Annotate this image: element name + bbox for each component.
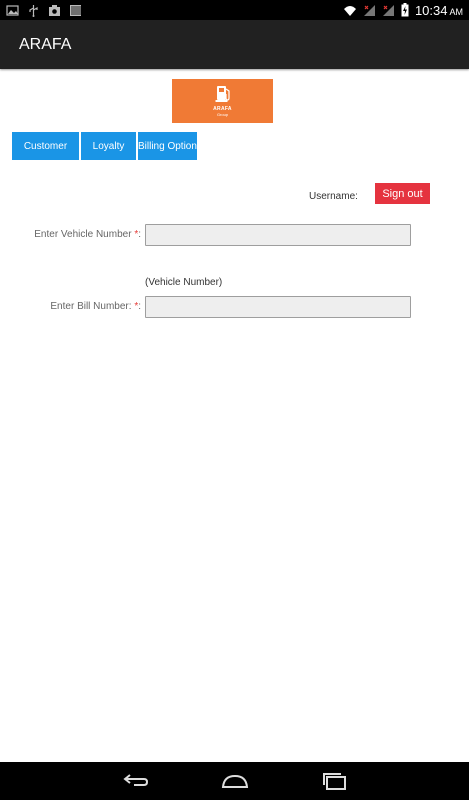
tab-billing-option[interactable]: Billing Option: [138, 132, 197, 160]
username-label: Username:: [309, 191, 358, 202]
image-icon: [6, 4, 19, 16]
clock-time: 10:34: [414, 2, 448, 18]
recent-apps-icon[interactable]: [320, 771, 350, 791]
bill-number-label: Enter Bill Number: *:: [50, 301, 141, 312]
usb-icon: [29, 4, 38, 17]
logo-sub: Group: [216, 112, 229, 117]
signal-icon: [382, 4, 394, 16]
vehicle-number-label: Enter Vehicle Number *:: [34, 229, 141, 240]
battery-charging-icon: [401, 3, 409, 17]
screenshot-icon: [49, 4, 60, 16]
clock-ampm: AM: [449, 6, 464, 17]
sign-out-button[interactable]: Sign out: [375, 183, 430, 204]
action-bar: ARAFA: [0, 20, 469, 69]
home-icon[interactable]: [220, 771, 250, 791]
label-colon: :: [138, 301, 141, 312]
clock: 10:34 AM: [415, 3, 463, 18]
label-colon: :: [138, 229, 141, 240]
vehicle-number-input[interactable]: [145, 224, 411, 246]
app-title: ARAFA: [19, 36, 72, 53]
back-icon[interactable]: [120, 771, 150, 791]
signal-icon: [363, 4, 375, 16]
status-bar: 10:34 AM: [0, 0, 469, 20]
barcode-icon: [70, 4, 81, 16]
bill-number-label-text: Enter Bill Number:: [50, 301, 135, 312]
bill-number-input[interactable]: [145, 296, 411, 318]
wifi-icon: [343, 5, 356, 16]
arafa-logo: ARAFA Group: [172, 79, 273, 123]
vehicle-number-hint: (Vehicle Number): [145, 277, 223, 288]
tab-customer[interactable]: Customer: [12, 132, 79, 160]
vehicle-number-label-text: Enter Vehicle Number: [34, 229, 135, 240]
tab-loyalty[interactable]: Loyalty: [81, 132, 136, 160]
navigation-bar: [0, 762, 469, 800]
